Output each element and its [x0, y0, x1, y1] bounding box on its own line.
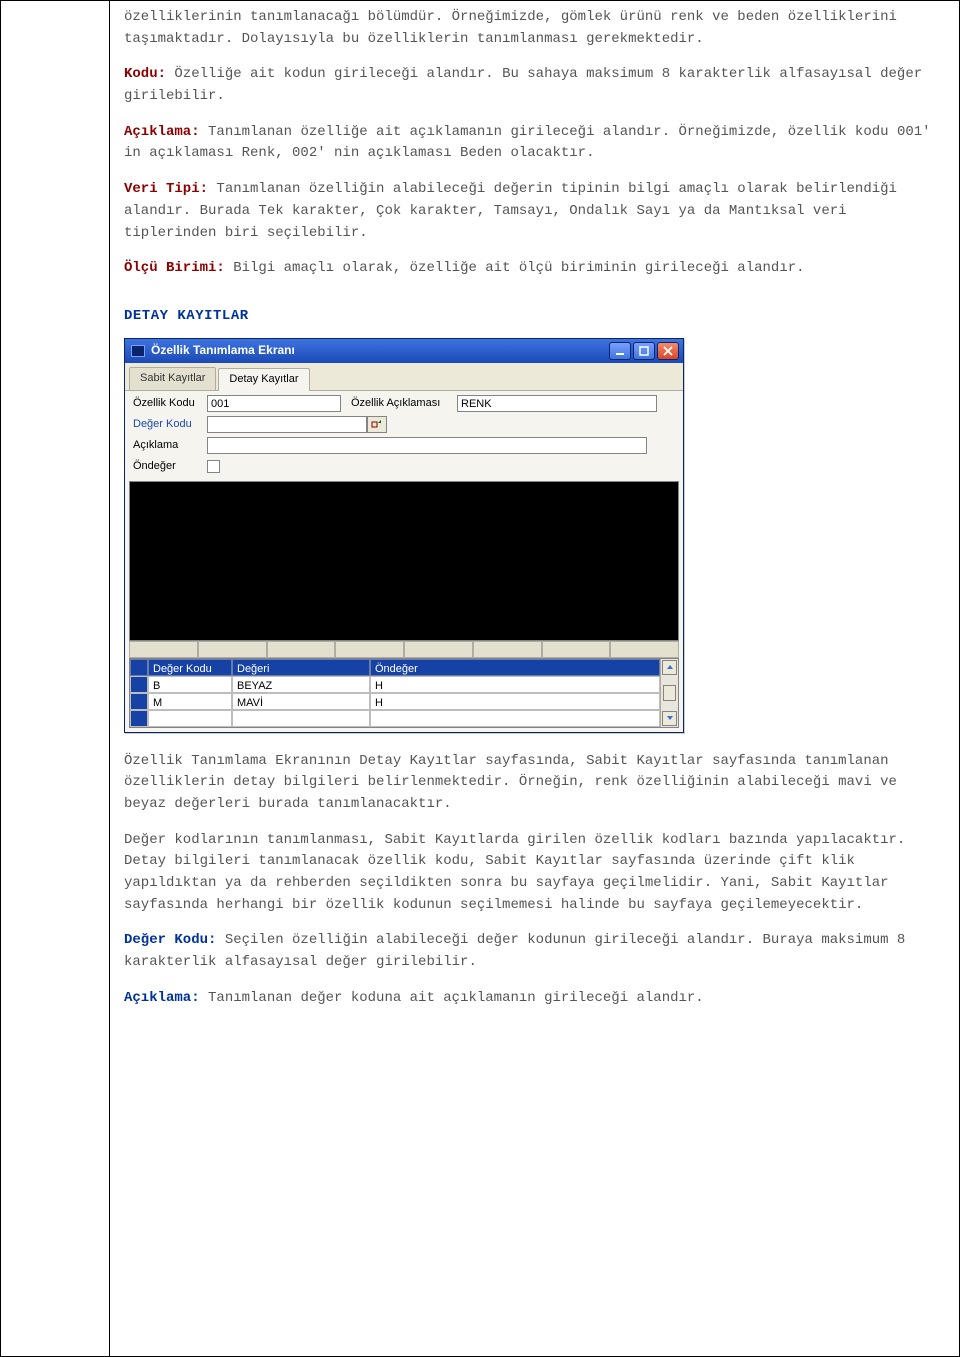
row-marker[interactable]	[130, 710, 148, 727]
grid-head-ondeger[interactable]: Öndeğer	[370, 659, 660, 676]
scroll-thumb[interactable]	[663, 685, 676, 701]
left-gutter	[0, 1, 110, 1356]
para-aciklama2: Açıklama: Tanımlanan değer koduna ait aç…	[124, 988, 945, 1010]
cell-degerkodu[interactable]: B	[148, 676, 232, 693]
chevron-up-icon	[666, 663, 674, 671]
app-icon	[131, 345, 145, 357]
row-marker[interactable]	[130, 693, 148, 710]
seg-btn[interactable]	[335, 641, 404, 658]
scroll-up-button[interactable]	[662, 660, 677, 675]
table-row-empty[interactable]	[130, 710, 660, 727]
text-aciklama2: Tanımlanan değer koduna ait açıklamanın …	[200, 990, 704, 1006]
grid-head-degeri[interactable]: Değeri	[232, 659, 370, 676]
text-kodu: Özelliğe ait kodun girileceği alandır. B…	[124, 66, 922, 104]
seg-btn[interactable]	[610, 641, 679, 658]
text-degerkodu2: Seçilen özelliğin alabileceği değer kodu…	[124, 932, 905, 970]
cell-empty[interactable]	[370, 710, 660, 727]
seg-btn[interactable]	[267, 641, 336, 658]
cell-empty[interactable]	[148, 710, 232, 727]
grid-head-degerkodu[interactable]: Değer Kodu	[148, 659, 232, 676]
checkbox-ondeger[interactable]	[207, 460, 220, 473]
cell-degerkodu[interactable]: M	[148, 693, 232, 710]
dialog-ozellik-tanimlama: Özellik Tanımlama Ekranı Sabit Kayıtlar …	[124, 338, 684, 733]
para-after-1: Özellik Tanımlama Ekranının Detay Kayıtl…	[124, 751, 945, 816]
para-aciklama: Açıklama: Tanımlanan özelliğe ait açıkla…	[124, 122, 945, 165]
input-aciklama[interactable]	[207, 437, 647, 454]
cell-degeri[interactable]: BEYAZ	[232, 676, 370, 693]
form-body: Özellik Kodu Özellik Açıklaması Değer Ko…	[125, 391, 683, 732]
seg-btn[interactable]	[404, 641, 473, 658]
label-degerkodu2: Değer Kodu:	[124, 932, 216, 948]
grid-head-marker	[130, 659, 148, 676]
minimize-button[interactable]	[609, 342, 631, 360]
label-kodu: Kodu:	[124, 66, 166, 82]
table-row[interactable]: M MAVİ H	[130, 693, 660, 710]
tab-sabit-kayitlar[interactable]: Sabit Kayıtlar	[129, 367, 216, 390]
label-veritipi: Veri Tipi:	[124, 181, 208, 197]
seg-btn[interactable]	[542, 641, 611, 658]
input-deger-kodu[interactable]	[207, 416, 367, 433]
preview-pane	[129, 481, 679, 641]
table-row[interactable]: B BEYAZ H	[130, 676, 660, 693]
seg-btn[interactable]	[473, 641, 542, 658]
row-aciklama: Açıklama	[129, 436, 679, 456]
row-marker[interactable]	[130, 676, 148, 693]
label-aciklama: Açıklama:	[124, 124, 200, 140]
lookup-button[interactable]	[367, 416, 387, 433]
grid-header: Değer Kodu Değeri Öndeğer	[130, 659, 660, 676]
content-column: özelliklerinin tanımlanacağı bölümdür. Ö…	[110, 1, 960, 1356]
cell-degeri[interactable]: MAVİ	[232, 693, 370, 710]
close-button[interactable]	[657, 342, 679, 360]
cell-ondeger[interactable]: H	[370, 693, 660, 710]
data-grid: Değer Kodu Değeri Öndeğer B BEYAZ H	[129, 658, 679, 728]
chevron-down-icon	[666, 714, 674, 722]
seg-btn[interactable]	[129, 641, 198, 658]
maximize-button[interactable]	[633, 342, 655, 360]
row-ozellik-kodu: Özellik Kodu Özellik Açıklaması	[129, 394, 679, 414]
seg-btn[interactable]	[198, 641, 267, 658]
label-deger-kodu: Değer Kodu	[129, 416, 207, 433]
para-after-2: Değer kodlarının tanımlanması, Sabit Kay…	[124, 830, 945, 917]
tab-detay-kayitlar[interactable]: Detay Kayıtlar	[218, 368, 309, 391]
scrollbar-vertical[interactable]	[660, 659, 678, 727]
label-ozellik-aciklamasi: Özellik Açıklaması	[351, 395, 457, 412]
paragraph-intro: özelliklerinin tanımlanacağı bölümdür. Ö…	[124, 7, 945, 50]
para-veritipi: Veri Tipi: Tanımlanan özelliğin alabilec…	[124, 179, 945, 244]
cell-empty[interactable]	[232, 710, 370, 727]
text-aciklama: Tanımlanan özelliğe ait açıklamanın giri…	[124, 124, 931, 162]
para-kodu: Kodu: Özelliğe ait kodun girileceği alan…	[124, 64, 945, 107]
lookup-icon	[371, 419, 383, 431]
titlebar[interactable]: Özellik Tanımlama Ekranı	[125, 339, 683, 363]
label-aciklama2: Açıklama:	[124, 990, 200, 1006]
text-veritipi: Tanımlanan özelliğin alabileceği değerin…	[124, 181, 897, 240]
row-ondeger: Öndeğer	[129, 457, 679, 477]
input-ozellik-aciklamasi[interactable]	[457, 395, 657, 412]
label-ozellik-kodu: Özellik Kodu	[129, 395, 207, 412]
input-ozellik-kodu[interactable]	[207, 395, 341, 412]
para-degerkodu2: Değer Kodu: Seçilen özelliğin alabileceğ…	[124, 930, 945, 973]
label-aciklama-field: Açıklama	[129, 437, 207, 454]
section-detay-kayitlar: DETAY KAYITLAR	[124, 306, 945, 328]
label-ondeger: Öndeğer	[129, 458, 207, 475]
scroll-down-button[interactable]	[662, 711, 677, 726]
dialog-title: Özellik Tanımlama Ekranı	[151, 341, 607, 360]
tabs: Sabit Kayıtlar Detay Kayıtlar	[125, 363, 683, 391]
text-olcu: Bilgi amaçlı olarak, özelliğe ait ölçü b…	[225, 260, 805, 276]
row-deger-kodu: Değer Kodu	[129, 415, 679, 435]
label-olcu: Ölçü Birimi:	[124, 260, 225, 276]
cell-ondeger[interactable]: H	[370, 676, 660, 693]
para-olcu: Ölçü Birimi: Bilgi amaçlı olarak, özelli…	[124, 258, 945, 280]
segment-bar	[129, 641, 679, 658]
page-frame: özelliklerinin tanımlanacağı bölümdür. Ö…	[0, 0, 960, 1357]
